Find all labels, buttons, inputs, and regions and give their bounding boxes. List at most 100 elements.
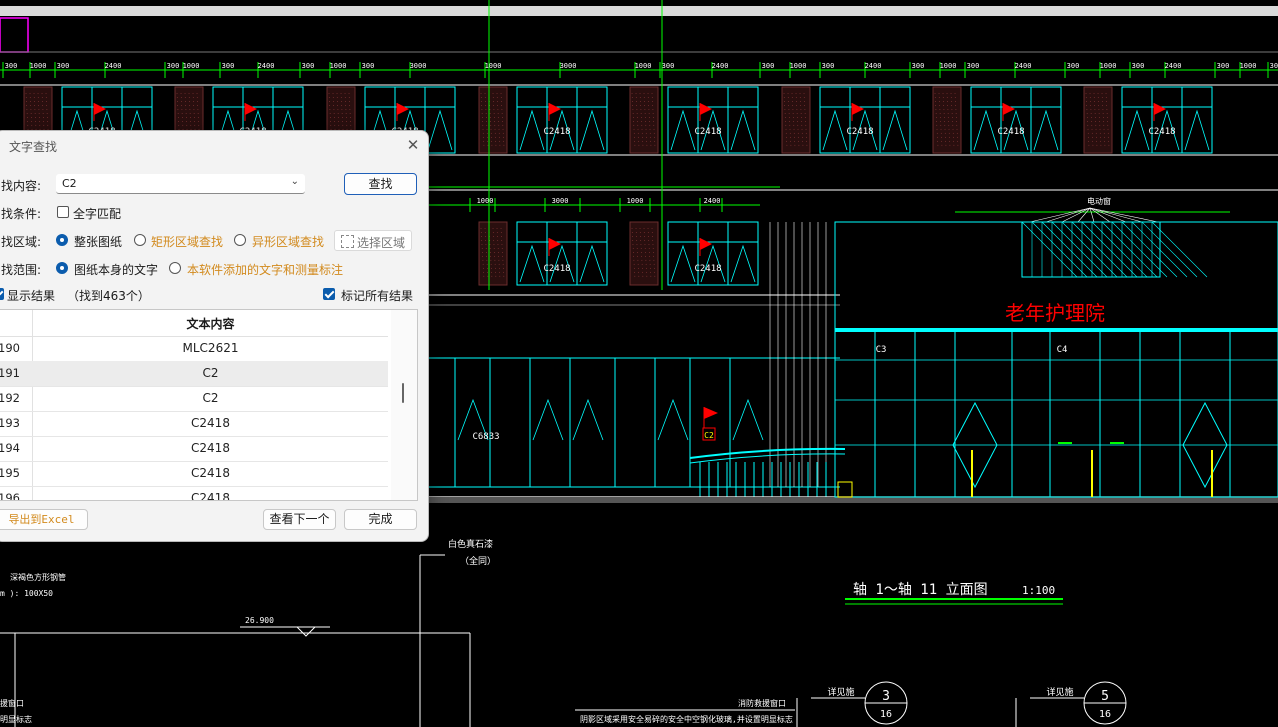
view-next-button[interactable]: 查看下一个 [263,509,336,530]
window-label: C2418 [694,264,721,274]
note-fire-window: 消防救援窗口 [738,698,786,708]
dimension-value: 300 [1132,62,1145,70]
row-text-content: C2 [202,366,219,380]
window-label: C2418 [1148,127,1175,137]
note-left-window: 援窗口 [0,698,24,708]
row-number: 195 [0,466,20,480]
dimension-value: 1000 [627,197,644,205]
area-option-rect: 矩形区域查找 [151,235,224,249]
dimension-value: 2400 [1165,62,1182,70]
scope-option-drawing: 图纸本身的文字 [74,263,159,277]
detail-label: 详见施 [827,686,854,698]
dimension-value: 300 [302,62,315,70]
elevation-26900: 26.900 [245,616,274,625]
dimension-value: 300 [662,62,675,70]
note-steel-pipe: 深褐色方形钢管 [10,572,66,582]
window-label: C2418 [846,127,873,137]
row-text-content: C2418 [191,441,230,455]
area-radio-irregular[interactable] [234,234,246,246]
detail-callout-number: 3 [882,689,890,704]
brick-pier [1083,86,1113,154]
table-row[interactable]: 191 C2 [0,361,388,387]
dimension-value: 300 [1217,62,1230,70]
dimension-value: 2400 [712,62,729,70]
dialog-title: 文字查找 [9,140,58,154]
dimension-value: 300 [57,62,70,70]
dimension-value: 300 [1067,62,1080,70]
dimension-value: 1000 [485,62,502,70]
dimension-value: 300 [167,62,180,70]
building-name-sign: 老年护理院 [1005,301,1105,325]
row-number: 194 [0,441,20,455]
elevation-title: 轴 1～轴 11 立面图 [853,582,988,598]
row-number: 193 [0,416,20,430]
dimension-value: 300 [822,62,835,70]
chevron-down-icon[interactable]: ⌄ [291,176,299,187]
dimension-value: 1000 [477,197,494,205]
scrollbar-thumb[interactable] [402,383,404,403]
dimension-value: 1000 [1240,62,1257,70]
dimension-value: 1000 [183,62,200,70]
search-content-label: 找内容: [1,179,42,193]
done-button[interactable]: 完成 [344,509,417,530]
ground-band [420,497,1278,503]
search-content-combobox[interactable]: C2 ⌄ [56,174,305,194]
window-label: C2418 [543,264,570,274]
table-row[interactable]: 194 C2418 [0,436,388,462]
scope-label: 找范围: [1,263,42,277]
table-row[interactable]: 196 C2418 [0,486,388,501]
row-number: 192 [0,391,20,405]
area-radio-whole[interactable] [56,234,68,246]
table-scrollbar[interactable] [391,310,417,500]
select-area-label: 选择区域 [357,236,406,250]
elevation-scale: 1:100 [1022,584,1055,597]
brick-pier [478,221,508,286]
scope-radio-added[interactable] [169,262,181,274]
whole-word-label: 全字匹配 [73,207,122,221]
window-label-c6833: C6833 [472,432,499,442]
electric-door-label: 电动窗 [1087,196,1111,206]
note-stone-paint: 白色真石漆 [448,538,493,550]
detail-callout-sheet: 16 [880,709,892,720]
row-number: 191 [0,366,20,380]
area-label: 找区域: [1,235,42,249]
table-row[interactable]: 195 C2418 [0,461,388,487]
dimension-value: 1000 [1100,62,1117,70]
results-table[interactable]: 文本内容 190 MLC2621 191 C2 192 C2 193 C2418 194 C241… [0,309,418,501]
brick-pier [781,86,811,154]
dimension-value: 1000 [790,62,807,70]
whole-word-checkbox[interactable] [57,206,69,218]
note-fire-glass: 阴影区域采用安全易碎的安全中空钢化玻璃,并设置明显标志 [580,714,793,724]
row-text-content: C2418 [191,491,230,501]
window-label-c3: C3 [876,345,887,355]
export-excel-button[interactable]: 导出到Excel [0,509,88,530]
table-row[interactable]: 193 C2418 [0,411,388,437]
found-text-c2: C2 [704,431,714,440]
window-label: C2418 [543,127,570,137]
dimension-value: 2400 [865,62,882,70]
find-button[interactable]: 查找 [344,173,417,195]
dimension-value: 1000 [940,62,957,70]
show-results-checkbox[interactable] [0,288,4,300]
mark-all-label: 标记所有结果 [341,289,414,303]
dimension-value: 1000 [330,62,347,70]
row-number: 190 [0,341,20,355]
dimension-value: 300 [5,62,18,70]
dimension-value: 3000 [552,197,569,205]
area-radio-rect[interactable] [134,234,146,246]
dimension-value: 300 [1270,62,1278,70]
dimension-value: 300 [762,62,775,70]
scope-radio-drawing[interactable] [56,262,68,274]
table-row[interactable]: 190 MLC2621 [0,336,388,362]
note-left-flag: 明显标志 [0,714,32,724]
mark-all-checkbox[interactable] [323,288,335,300]
detail-callout-sheet: 16 [1099,709,1111,720]
brick-pier [629,86,659,154]
close-icon[interactable]: ✕ [403,135,423,155]
search-content-value: C2 [62,177,77,190]
select-area-button[interactable]: 选择区域 [334,230,412,251]
area-option-irregular: 异形区域查找 [252,235,325,249]
dimension-value: 1000 [30,62,47,70]
dimension-value: 300 [362,62,375,70]
table-row[interactable]: 192 C2 [0,386,388,412]
